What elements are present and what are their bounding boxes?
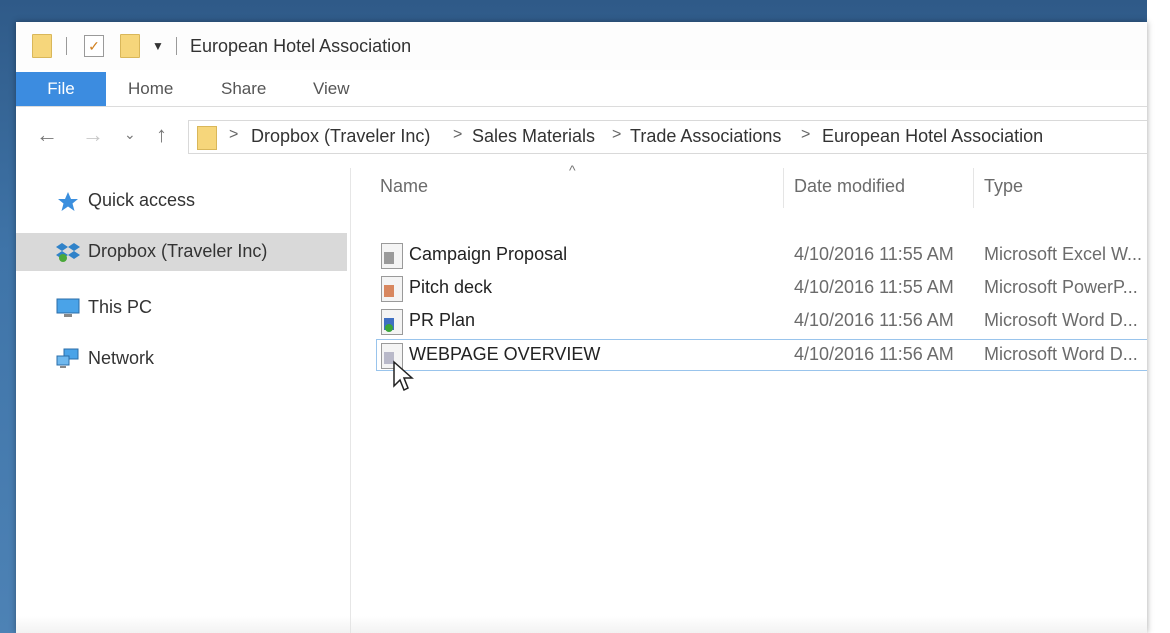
nav-item-quick-access[interactable]: Quick access <box>16 182 347 220</box>
nav-item-dropbox[interactable]: Dropbox (Traveler Inc) <box>16 233 347 271</box>
network-icon <box>56 348 79 368</box>
file-date-modified: 4/10/2016 11:56 AM <box>794 310 954 330</box>
excel-file-icon <box>381 243 403 269</box>
tab-home[interactable]: Home <box>128 72 173 106</box>
file-type: Microsoft PowerP... <box>984 277 1138 297</box>
file-date-modified: 4/10/2016 11:55 AM <box>794 244 954 264</box>
file-date-modified: 4/10/2016 11:56 AM <box>794 344 954 364</box>
column-header-type[interactable]: Type <box>984 176 1023 197</box>
powerpoint-file-icon <box>381 276 403 302</box>
file-date-modified: 4/10/2016 11:55 AM <box>794 277 954 297</box>
window-title: European Hotel Association <box>190 36 412 56</box>
file-name: Pitch deck <box>409 277 493 297</box>
file-type: Microsoft Word D... <box>984 310 1138 330</box>
tab-share[interactable]: Share <box>221 72 266 106</box>
customize-toolbar-dropdown-icon[interactable]: ▼ <box>152 39 164 53</box>
navigation-bar: ← → ⌄ ↑ > Dropbox (Traveler Inc) > Sales… <box>16 116 1147 158</box>
file-name: Campaign Proposal <box>409 244 568 264</box>
bottom-shadow <box>16 616 1147 633</box>
nav-label: Dropbox (Traveler Inc) <box>88 241 268 261</box>
file-name: PR Plan <box>409 310 476 330</box>
file-row-campaign-proposal[interactable]: Campaign Proposal 4/10/2016 11:55 AM Mic… <box>377 240 1147 270</box>
sort-ascending-chevron-icon: ^ <box>569 162 576 178</box>
column-header-date-modified[interactable]: Date modified <box>794 176 905 197</box>
breadcrumb-trade-associations[interactable]: Trade Associations <box>630 126 781 147</box>
toolbar-separator <box>176 37 177 55</box>
breadcrumb-dropbox[interactable]: Dropbox (Traveler Inc) <box>251 126 430 147</box>
mouse-cursor-icon <box>393 360 414 392</box>
nav-item-this-pc[interactable]: This PC <box>16 289 347 327</box>
breadcrumb-sales-materials[interactable]: Sales Materials <box>472 126 595 147</box>
recent-locations-chevron-icon[interactable]: ⌄ <box>124 126 136 143</box>
toolbar-separator <box>66 37 67 55</box>
column-divider[interactable] <box>783 168 784 208</box>
file-type: Microsoft Excel W... <box>984 244 1143 264</box>
file-row-pitch-deck[interactable]: Pitch deck 4/10/2016 11:55 AM Microsoft … <box>377 273 1147 303</box>
breadcrumb-separator[interactable]: > <box>453 126 462 144</box>
breadcrumb-separator[interactable]: > <box>801 126 810 144</box>
column-header-name[interactable]: Name <box>380 176 428 197</box>
nav-label: Network <box>88 348 155 368</box>
properties-checkmark-icon[interactable]: ✓ <box>84 35 104 57</box>
tab-view[interactable]: View <box>313 72 350 106</box>
forward-arrow-icon[interactable]: → <box>82 122 104 148</box>
adjacent-window-edge <box>1147 0 1170 633</box>
word-file-synced-icon <box>381 309 403 335</box>
up-arrow-icon[interactable]: ↑ <box>156 122 167 148</box>
file-row-webpage-overview[interactable]: WEBPAGE OVERVIEW 4/10/2016 11:56 AM Micr… <box>376 339 1147 371</box>
new-folder-icon[interactable] <box>120 34 140 58</box>
breadcrumb-separator[interactable]: > <box>229 126 238 144</box>
star-icon <box>58 192 78 211</box>
dropbox-icon <box>56 243 80 262</box>
navigation-pane: Quick access Dropbox (Traveler Inc) This… <box>16 168 351 633</box>
computer-icon <box>56 298 80 317</box>
tab-file[interactable]: File <box>16 72 106 106</box>
file-name: WEBPAGE OVERVIEW <box>409 344 601 364</box>
nav-label: Quick access <box>88 190 196 210</box>
folder-icon <box>197 126 217 150</box>
file-row-pr-plan[interactable]: PR Plan 4/10/2016 11:56 AM Microsoft Wor… <box>377 306 1147 336</box>
title-bar: ✓ ▼ European Hotel Association <box>16 22 1147 70</box>
address-bar[interactable]: > Dropbox (Traveler Inc) > Sales Materia… <box>188 120 1147 154</box>
breadcrumb-separator[interactable]: > <box>612 126 621 144</box>
nav-item-network[interactable]: Network <box>16 340 347 378</box>
file-list: ^ Name Date modified Type Campaign Propo… <box>351 162 1147 633</box>
file-type: Microsoft Word D... <box>984 344 1138 364</box>
back-arrow-icon[interactable]: ← <box>36 122 58 148</box>
column-divider[interactable] <box>973 168 974 208</box>
breadcrumb-european-hotel-association[interactable]: European Hotel Association <box>822 126 1043 147</box>
folder-icon <box>32 34 52 58</box>
file-explorer-window: ✓ ▼ European Hotel Association File Home… <box>16 22 1147 633</box>
nav-label: This PC <box>88 297 153 317</box>
ribbon-tabs: File Home Share View <box>16 72 1147 107</box>
